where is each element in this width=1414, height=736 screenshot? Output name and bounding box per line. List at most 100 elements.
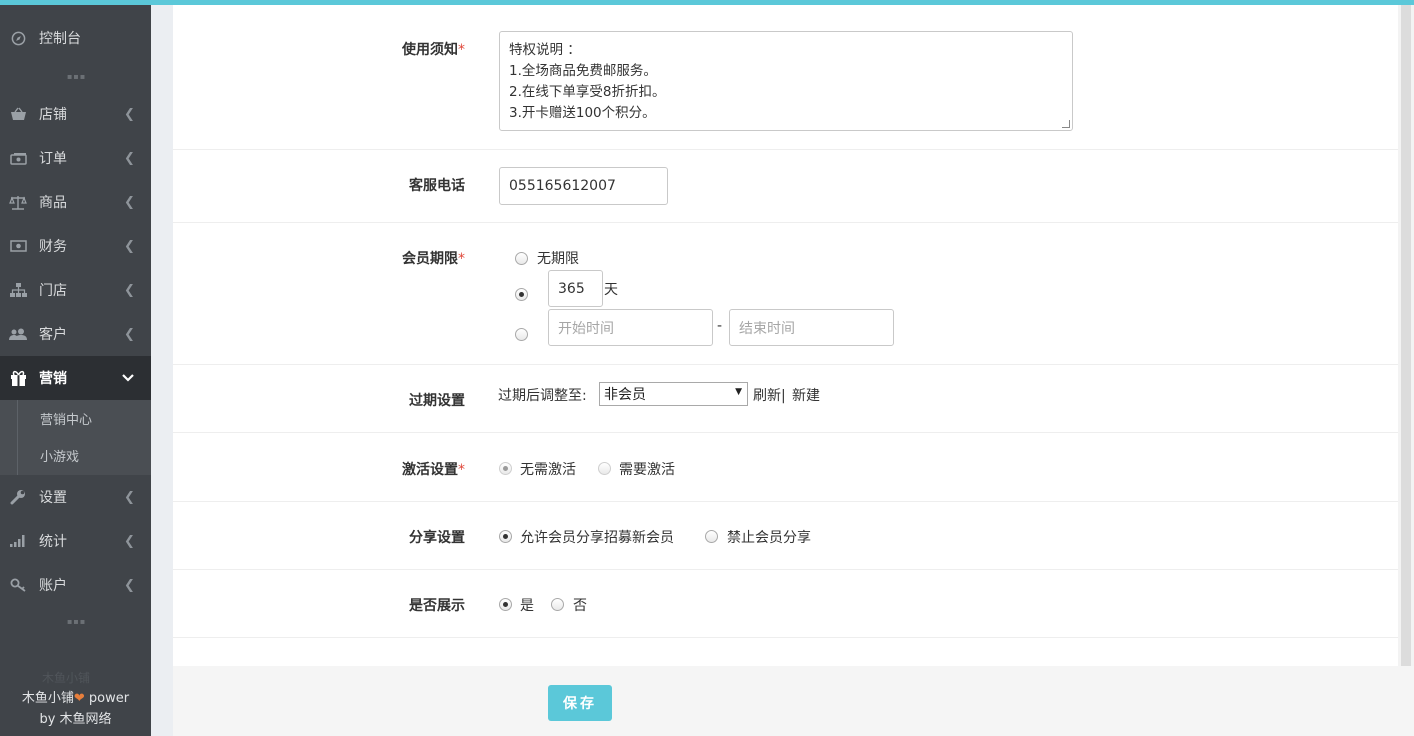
sidebar-item-orders[interactable]: 订单 ❮ <box>0 136 151 180</box>
divider-dots: ▪▪▪ <box>67 72 87 81</box>
chevron-left-icon: ❮ <box>124 282 135 298</box>
usage-line: 2.在线下单享受8折折扣。 <box>509 84 666 100</box>
save-button[interactable]: 保存 <box>548 685 612 721</box>
submenu-item-mini-games[interactable]: 小游戏 <box>40 446 79 465</box>
period-end-date-input[interactable]: 结束时间 <box>729 309 894 346</box>
membership-period-label: 会员期限* <box>402 251 465 267</box>
period-start-date-input[interactable]: 开始时间 <box>548 309 713 346</box>
sidebar-item-label: 账户 <box>39 578 67 594</box>
activation-required-radio[interactable] <box>598 462 611 475</box>
share-forbid-label: 禁止会员分享 <box>727 530 811 546</box>
row-divider <box>173 569 1398 570</box>
dropdown-arrow-icon: ▼ <box>735 387 742 397</box>
activation-none-label: 无需激活 <box>520 462 576 478</box>
resize-handle-icon[interactable] <box>1062 120 1070 128</box>
activation-required-label: 需要激活 <box>619 462 675 478</box>
required-mark: * <box>458 462 465 478</box>
usage-notes-textarea[interactable]: 特权说明 ： 1.全场商品免费邮服务。 2.在线下单享受8折折扣。 3.开卡赠送… <box>499 31 1073 131</box>
chevron-left-icon: ❮ <box>124 489 135 505</box>
usage-line: 1.全场商品免费邮服务。 <box>509 63 657 79</box>
marketing-submenu: 营销中心 小游戏 <box>0 400 151 475</box>
share-allow-radio[interactable] <box>499 530 512 543</box>
expiry-prefix-text: 过期后调整至: <box>498 388 587 404</box>
heart-icon: ❤ <box>73 691 85 706</box>
activation-none-radio[interactable] <box>499 462 512 475</box>
row-divider <box>173 364 1398 365</box>
sidebar-item-products[interactable]: 商品 ❮ <box>0 180 151 224</box>
scale-icon <box>9 193 27 211</box>
footer-credit: by 木鱼网络 <box>39 712 112 727</box>
sidebar-item-finance[interactable]: 财务 ❮ <box>0 224 151 268</box>
chevron-left-icon: ❮ <box>124 106 135 122</box>
submenu-item-marketing-center[interactable]: 营销中心 <box>40 409 92 428</box>
share-forbid-radio[interactable] <box>705 530 718 543</box>
usage-line: 3.开卡赠送100个积分。 <box>509 105 656 121</box>
sidebar-item-account[interactable]: 账户 ❮ <box>0 563 151 607</box>
sidebar-item-label: 设置 <box>39 490 67 506</box>
sidebar-item-dashboard[interactable]: 控制台 <box>0 16 151 60</box>
required-mark: * <box>458 42 465 58</box>
sidebar: 控制台 ▪▪▪ 店铺 ❮ 订单 ❮ 商品 ❮ 财务 ❮ 门店 ❮ 客户 ❮ 营销… <box>0 5 151 736</box>
service-phone-label: 客服电话 <box>409 178 465 194</box>
sidebar-item-label: 门店 <box>39 283 67 299</box>
shop-basket-icon <box>9 105 27 123</box>
submenu-guide-line <box>17 400 18 475</box>
money-icon <box>9 237 27 255</box>
sidebar-item-label: 订单 <box>39 151 67 167</box>
expiry-level-value: 非会员 <box>604 387 646 403</box>
key-icon <box>9 576 27 594</box>
sidebar-item-label: 客户 <box>39 327 67 343</box>
order-icon <box>9 149 27 167</box>
period-range-radio[interactable] <box>515 328 528 341</box>
period-days-input[interactable]: 365 <box>548 270 603 307</box>
sidebar-item-shop[interactable]: 店铺 ❮ <box>0 92 151 136</box>
date-range-separator: - <box>717 318 723 334</box>
footer-power: power <box>84 691 130 706</box>
sidebar-item-label: 财务 <box>39 239 67 255</box>
sidebar-item-label: 营销 <box>39 371 67 387</box>
scrollbar-thumb[interactable] <box>1401 5 1411 666</box>
period-unlimited-radio[interactable] <box>515 252 528 265</box>
share-allow-label: 允许会员分享招募新会员 <box>520 530 674 546</box>
sidebar-item-label: 控制台 <box>39 31 81 47</box>
sidebar-footer: 木鱼小铺❤ power by 木鱼网络 <box>0 688 151 730</box>
new-level-link[interactable]: 新建 <box>792 385 820 405</box>
sidebar-item-settings[interactable]: 设置 ❮ <box>0 475 151 519</box>
row-divider <box>173 637 1398 638</box>
display-yes-label: 是 <box>520 598 534 614</box>
wrench-icon <box>9 488 27 506</box>
footer-ghost-text: 木鱼小铺 <box>42 671 91 685</box>
sidebar-item-customers[interactable]: 客户 ❮ <box>0 312 151 356</box>
period-days-radio[interactable] <box>515 288 528 301</box>
chevron-left-icon: ❮ <box>124 577 135 593</box>
period-unlimited-label: 无期限 <box>537 251 579 267</box>
gift-icon <box>9 369 27 387</box>
divider-dots: ▪▪▪ <box>67 617 87 626</box>
sidebar-item-stores[interactable]: 门店 ❮ <box>0 268 151 312</box>
sitemap-icon <box>9 281 27 299</box>
chevron-left-icon: ❮ <box>124 238 135 254</box>
chevron-left-icon: ❮ <box>124 150 135 166</box>
sidebar-item-label: 商品 <box>39 195 67 211</box>
footer-brand: 木鱼小铺 <box>21 691 74 706</box>
service-phone-input[interactable]: 055165612007 <box>499 167 668 205</box>
dashboard-icon <box>9 29 27 47</box>
sidebar-item-label: 统计 <box>39 534 67 550</box>
usage-line: 特权说明 ： <box>509 42 581 58</box>
sidebar-item-label: 店铺 <box>39 107 67 123</box>
chevron-down-icon <box>122 371 134 386</box>
chevron-left-icon: ❮ <box>124 194 135 210</box>
bottom-action-bar <box>173 666 1414 736</box>
required-mark: * <box>458 251 465 267</box>
display-yes-radio[interactable] <box>499 598 512 611</box>
usage-notes-label: 使用须知* <box>402 42 465 58</box>
display-no-radio[interactable] <box>551 598 564 611</box>
refresh-link[interactable]: 刷新| <box>753 385 786 405</box>
users-icon <box>9 325 27 343</box>
expiry-level-select[interactable]: 非会员 ▼ <box>599 382 748 406</box>
sidebar-item-statistics[interactable]: 统计 ❮ <box>0 519 151 563</box>
sidebar-item-marketing[interactable]: 营销 <box>0 356 151 400</box>
activation-settings-label: 激活设置* <box>402 462 465 478</box>
chevron-left-icon: ❮ <box>124 533 135 549</box>
row-divider <box>173 222 1398 223</box>
